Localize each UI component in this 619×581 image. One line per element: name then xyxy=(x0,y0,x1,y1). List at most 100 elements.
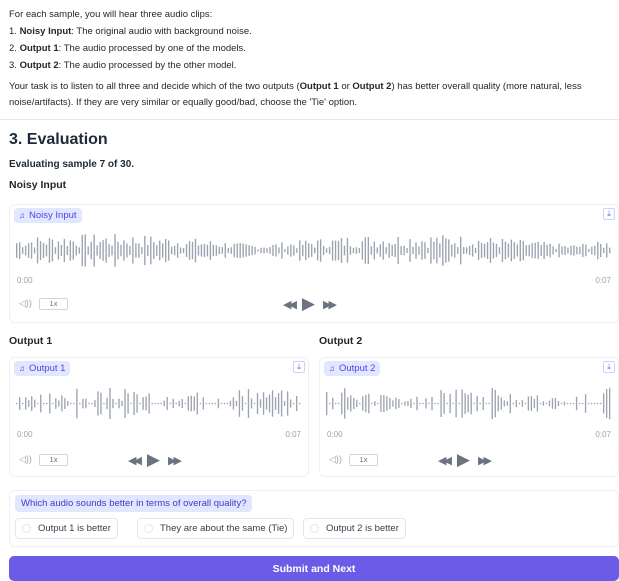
waveform-bar xyxy=(135,243,137,258)
waveform-bar xyxy=(585,244,587,257)
waveform-bar xyxy=(473,402,475,405)
waveform-bar xyxy=(452,402,454,405)
waveform-bar xyxy=(368,393,370,414)
noisy-input-tag: ♫ Noisy Input xyxy=(14,208,82,223)
waveform-bar xyxy=(106,397,108,410)
waveform-bar xyxy=(519,239,521,262)
waveform-bar xyxy=(248,245,250,256)
waveform-bar xyxy=(93,234,95,267)
waveform-bar xyxy=(522,240,524,261)
radio-button[interactable] xyxy=(22,524,31,533)
waveform[interactable] xyxy=(16,385,302,422)
waveform-bar xyxy=(413,402,415,405)
waveform-bar xyxy=(212,244,215,257)
playback-speed-button[interactable]: 1x xyxy=(39,298,68,310)
waveform-bar xyxy=(575,396,578,411)
waveform-bar xyxy=(549,243,551,258)
download-icon[interactable]: ⤓ xyxy=(603,208,615,220)
waveform-bar xyxy=(287,246,289,255)
output2-label: Output 2 xyxy=(319,335,363,347)
fast-forward-icon[interactable]: ▶▶ xyxy=(323,298,337,311)
playback-speed-button[interactable]: 1x xyxy=(39,454,68,466)
waveform-bar xyxy=(510,239,513,262)
option-output2-better[interactable]: Output 2 is better xyxy=(303,518,406,539)
waveform[interactable] xyxy=(326,385,612,422)
rewind-icon[interactable]: ◀◀ xyxy=(438,454,452,467)
waveform-bar xyxy=(344,388,346,419)
fast-forward-icon[interactable]: ▶▶ xyxy=(478,454,492,467)
waveform-bar xyxy=(123,240,125,261)
radio-button[interactable] xyxy=(310,524,319,533)
playback-speed-button[interactable]: 1x xyxy=(349,454,378,466)
waveform-bar xyxy=(224,243,226,258)
waveform-bar xyxy=(359,402,361,405)
play-icon[interactable]: ▶ xyxy=(147,450,160,470)
waveform-bar xyxy=(78,247,80,254)
volume-icon[interactable]: ◁)) xyxy=(19,298,32,309)
waveform-bar xyxy=(88,402,90,405)
waveform-bar xyxy=(286,391,289,416)
option-tie[interactable]: They are about the same (Tie) xyxy=(137,518,295,539)
waveform-bar xyxy=(292,402,295,405)
waveform-bar xyxy=(159,240,161,261)
download-icon[interactable]: ⤓ xyxy=(603,361,615,373)
waveform-bar xyxy=(398,399,400,408)
music-note-icon: ♫ xyxy=(329,364,335,373)
waveform-bar xyxy=(358,247,361,254)
instructions-intro: For each sample, you will hear three aud… xyxy=(9,9,213,20)
waveform-bar xyxy=(30,242,33,259)
waveform-bar xyxy=(322,245,325,256)
waveform-bar xyxy=(528,244,530,257)
fast-forward-icon[interactable]: ▶▶ xyxy=(168,454,182,467)
volume-icon[interactable]: ◁)) xyxy=(329,454,342,465)
option-output1-better[interactable]: Output 1 is better xyxy=(15,518,118,539)
waveform-bar xyxy=(21,247,24,254)
waveform-bar xyxy=(397,236,399,265)
play-icon[interactable]: ▶ xyxy=(302,294,315,314)
waveform-bar xyxy=(590,402,593,405)
waveform-bar xyxy=(259,399,262,408)
waveform-bar xyxy=(347,397,349,410)
waveform-bar xyxy=(531,243,533,258)
waveform-bar xyxy=(524,402,527,405)
waveform-bar xyxy=(162,243,164,258)
waveform-bar xyxy=(191,241,194,260)
waveform-bar xyxy=(385,247,387,254)
waveform-bar xyxy=(400,246,402,255)
waveform-bar xyxy=(350,395,352,412)
waveform-bar xyxy=(504,241,507,260)
waveform-bar xyxy=(600,243,602,258)
waveform-bar xyxy=(275,244,277,257)
waveform-bar xyxy=(543,241,545,259)
waveform-bar xyxy=(515,399,518,408)
waveform-bar xyxy=(91,402,93,405)
waveform-bar xyxy=(536,395,539,412)
waveform-bar xyxy=(486,242,489,259)
rewind-icon[interactable]: ◀◀ xyxy=(283,298,297,311)
waveform-bar xyxy=(316,240,319,261)
download-icon[interactable]: ⤓ xyxy=(293,361,305,373)
waveform-bar xyxy=(489,238,492,264)
waveform-bar xyxy=(299,240,301,261)
waveform-bar xyxy=(133,391,135,416)
waveform-bar xyxy=(102,240,104,261)
waveform-bar xyxy=(190,395,192,412)
waveform-bar xyxy=(43,402,45,405)
volume-icon[interactable]: ◁)) xyxy=(19,454,32,465)
waveform-bar xyxy=(165,238,167,263)
waveform-bar xyxy=(175,402,177,405)
waveform-svg xyxy=(326,387,611,420)
rewind-icon[interactable]: ◀◀ xyxy=(128,454,142,467)
waveform-bar xyxy=(474,247,477,254)
waveform-bar xyxy=(377,402,379,405)
waveform[interactable] xyxy=(16,232,612,269)
instruction-item: 3. Output 2: The audio processed by the … xyxy=(9,57,610,74)
submit-next-button[interactable]: Submit and Next xyxy=(9,556,619,581)
play-icon[interactable]: ▶ xyxy=(457,450,470,470)
waveform-bar xyxy=(40,394,42,413)
waveform-bar xyxy=(382,241,384,260)
instruction-item: 1. Noisy Input: The original audio with … xyxy=(9,23,610,40)
radio-button[interactable] xyxy=(144,524,153,533)
waveform-bar xyxy=(570,245,572,256)
waveform-bar xyxy=(269,247,271,254)
